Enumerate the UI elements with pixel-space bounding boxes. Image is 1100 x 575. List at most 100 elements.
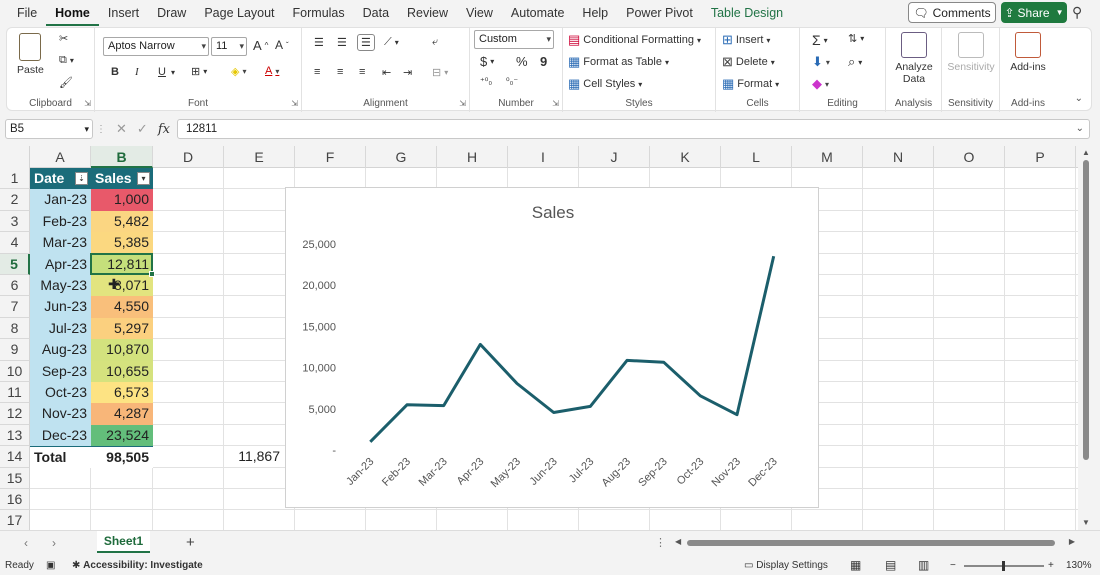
- sales-chart[interactable]: Sales - 5,000 10,000 15,000 20,000 25,000 Jan-2…: [285, 187, 819, 508]
- dialog-launcher-icon[interactable]: ⇲: [552, 99, 559, 108]
- column-header-h[interactable]: H: [437, 146, 508, 168]
- formula-input[interactable]: 12811 ⌄: [177, 119, 1090, 139]
- zoom-in-icon[interactable]: +: [1048, 560, 1054, 571]
- underline-button[interactable]: U: [158, 66, 166, 78]
- menu-tab-draw[interactable]: Draw: [148, 0, 195, 26]
- scroll-left-icon[interactable]: ◀: [675, 537, 681, 546]
- row-header-4[interactable]: 4: [0, 232, 30, 254]
- fill-icon[interactable]: ⬇ ▾: [812, 54, 830, 70]
- table-cell-sales[interactable]: 23,524: [91, 424, 153, 447]
- table-cell-date[interactable]: Dec-23: [30, 424, 91, 447]
- column-header-e[interactable]: E: [224, 146, 295, 168]
- macro-icon[interactable]: ▣: [46, 560, 55, 571]
- column-header-g[interactable]: G: [366, 146, 437, 168]
- sheet-tab-sheet1[interactable]: Sheet1: [97, 531, 150, 553]
- table-cell-sales[interactable]: 4,550: [91, 296, 153, 318]
- find-select-icon[interactable]: ⌕ ▾: [848, 54, 862, 70]
- align-center-icon[interactable]: ≡: [337, 66, 343, 78]
- scroll-down-icon[interactable]: ▼: [1082, 518, 1090, 527]
- menu-tab-page-layout[interactable]: Page Layout: [195, 0, 283, 26]
- format-painter-icon[interactable]: 🖌: [59, 76, 73, 89]
- menu-tab-automate[interactable]: Automate: [502, 0, 574, 26]
- decrease-font-icon[interactable]: Aˇ: [275, 38, 289, 52]
- table-cell-date[interactable]: Feb-23: [30, 210, 91, 233]
- sensitivity-button[interactable]: Sensitivity: [945, 32, 997, 73]
- name-box[interactable]: B5 ▾: [5, 119, 93, 139]
- comments-button[interactable]: 🗨 Comments: [908, 2, 996, 23]
- column-header-d[interactable]: D: [153, 146, 224, 168]
- paste-button[interactable]: Paste: [17, 33, 44, 76]
- row-header-1[interactable]: 1: [0, 168, 30, 190]
- table-cell-sales[interactable]: 5,482: [91, 210, 153, 233]
- increase-indent-icon[interactable]: ⇥: [403, 66, 412, 79]
- table-cell-date[interactable]: Nov-23: [30, 403, 91, 425]
- scroll-right-icon[interactable]: ▶: [1069, 537, 1075, 546]
- vertical-scroll-thumb[interactable]: [1083, 160, 1089, 460]
- number-format-select[interactable]: Custom ▾: [474, 30, 554, 49]
- decrease-decimal-icon[interactable]: ⁰₀⁻: [506, 76, 518, 87]
- share-button[interactable]: ⇪ Share ▼: [1001, 2, 1067, 23]
- row-header-5[interactable]: 5: [0, 253, 30, 275]
- row-header-3[interactable]: 3: [0, 210, 30, 233]
- zoom-slider[interactable]: [964, 561, 1044, 571]
- table-cell-sales[interactable]: 5,385: [91, 232, 153, 254]
- table-cell-date[interactable]: Mar-23: [30, 232, 91, 254]
- normal-view-icon[interactable]: ▦: [850, 558, 861, 572]
- align-bottom-icon[interactable]: ☰: [357, 34, 375, 51]
- menu-tab-review[interactable]: Review: [398, 0, 457, 26]
- column-header-n[interactable]: N: [863, 146, 934, 168]
- row-header-12[interactable]: 12: [0, 403, 30, 425]
- copy-icon[interactable]: ⧉ ▾: [59, 54, 74, 67]
- font-color-icon[interactable]: A ▾: [265, 65, 279, 77]
- cut-icon[interactable]: ✂: [59, 32, 68, 45]
- enter-icon[interactable]: ✓: [137, 121, 148, 137]
- column-header-k[interactable]: K: [650, 146, 721, 168]
- column-header-j[interactable]: J: [579, 146, 650, 168]
- row-header-9[interactable]: 9: [0, 339, 30, 361]
- display-settings-button[interactable]: ▭ Display Settings: [744, 560, 828, 571]
- add-sheet-icon[interactable]: +: [186, 534, 195, 551]
- chevron-right-icon[interactable]: ›: [52, 536, 56, 550]
- column-header-o[interactable]: O: [934, 146, 1005, 168]
- menu-tab-data[interactable]: Data: [354, 0, 398, 26]
- addins-button[interactable]: Add-ins: [1006, 32, 1050, 73]
- zoom-slider-knob[interactable]: [1002, 561, 1005, 571]
- zoom-level[interactable]: 130%: [1066, 560, 1092, 571]
- row-header-13[interactable]: 13: [0, 424, 30, 447]
- page-break-view-icon[interactable]: ▥: [918, 558, 929, 572]
- menu-tab-table-design[interactable]: Table Design: [702, 0, 792, 26]
- column-header-f[interactable]: F: [295, 146, 366, 168]
- table-cell-date[interactable]: Oct-23: [30, 382, 91, 404]
- sales-series-line[interactable]: [369, 255, 776, 443]
- menu-tab-view[interactable]: View: [457, 0, 502, 26]
- row-header-7[interactable]: 7: [0, 296, 30, 318]
- column-header-p[interactable]: P: [1005, 146, 1076, 168]
- column-header-a[interactable]: A: [30, 146, 91, 168]
- table-cell-sales[interactable]: 5,297: [91, 317, 153, 340]
- font-size-select[interactable]: 11 ▾: [211, 37, 247, 56]
- horizontal-scrollbar[interactable]: ◀ ▶: [675, 537, 1075, 549]
- merge-center-icon[interactable]: ⊟ ▾: [432, 66, 448, 79]
- delete-cells-button[interactable]: ⊠ Delete ▾: [722, 54, 775, 70]
- chevron-down-icon[interactable]: ⌄: [1075, 93, 1083, 104]
- clear-icon[interactable]: ◆ ▾: [812, 76, 829, 92]
- table-cell-date[interactable]: Apr-23: [30, 253, 91, 275]
- analyze-data-button[interactable]: Analyze Data: [894, 32, 934, 85]
- insert-function-button[interactable]: fx: [158, 122, 170, 137]
- filter-dropdown-icon[interactable]: ⇣: [75, 172, 88, 185]
- autosum-icon[interactable]: Σ ▾: [812, 32, 828, 48]
- sort-filter-icon[interactable]: ⇅ ▾: [848, 32, 864, 45]
- table-cell-sales[interactable]: 1,000: [91, 189, 153, 211]
- table-cell-sales[interactable]: 8,071: [91, 275, 153, 297]
- italic-button[interactable]: I: [135, 66, 139, 78]
- percent-button[interactable]: %: [516, 54, 528, 69]
- row-header-14[interactable]: 14: [0, 446, 30, 468]
- table-total-label[interactable]: Total: [30, 446, 91, 468]
- select-all-corner[interactable]: [0, 146, 30, 168]
- menu-tab-insert[interactable]: Insert: [99, 0, 148, 26]
- page-layout-view-icon[interactable]: ▤: [885, 558, 896, 572]
- insert-cells-button[interactable]: ⊞ Insert ▾: [722, 32, 770, 48]
- table-cell-sales[interactable]: 10,870: [91, 339, 153, 361]
- person-icon[interactable]: ⚲: [1072, 4, 1082, 21]
- menu-tab-formulas[interactable]: Formulas: [284, 0, 354, 26]
